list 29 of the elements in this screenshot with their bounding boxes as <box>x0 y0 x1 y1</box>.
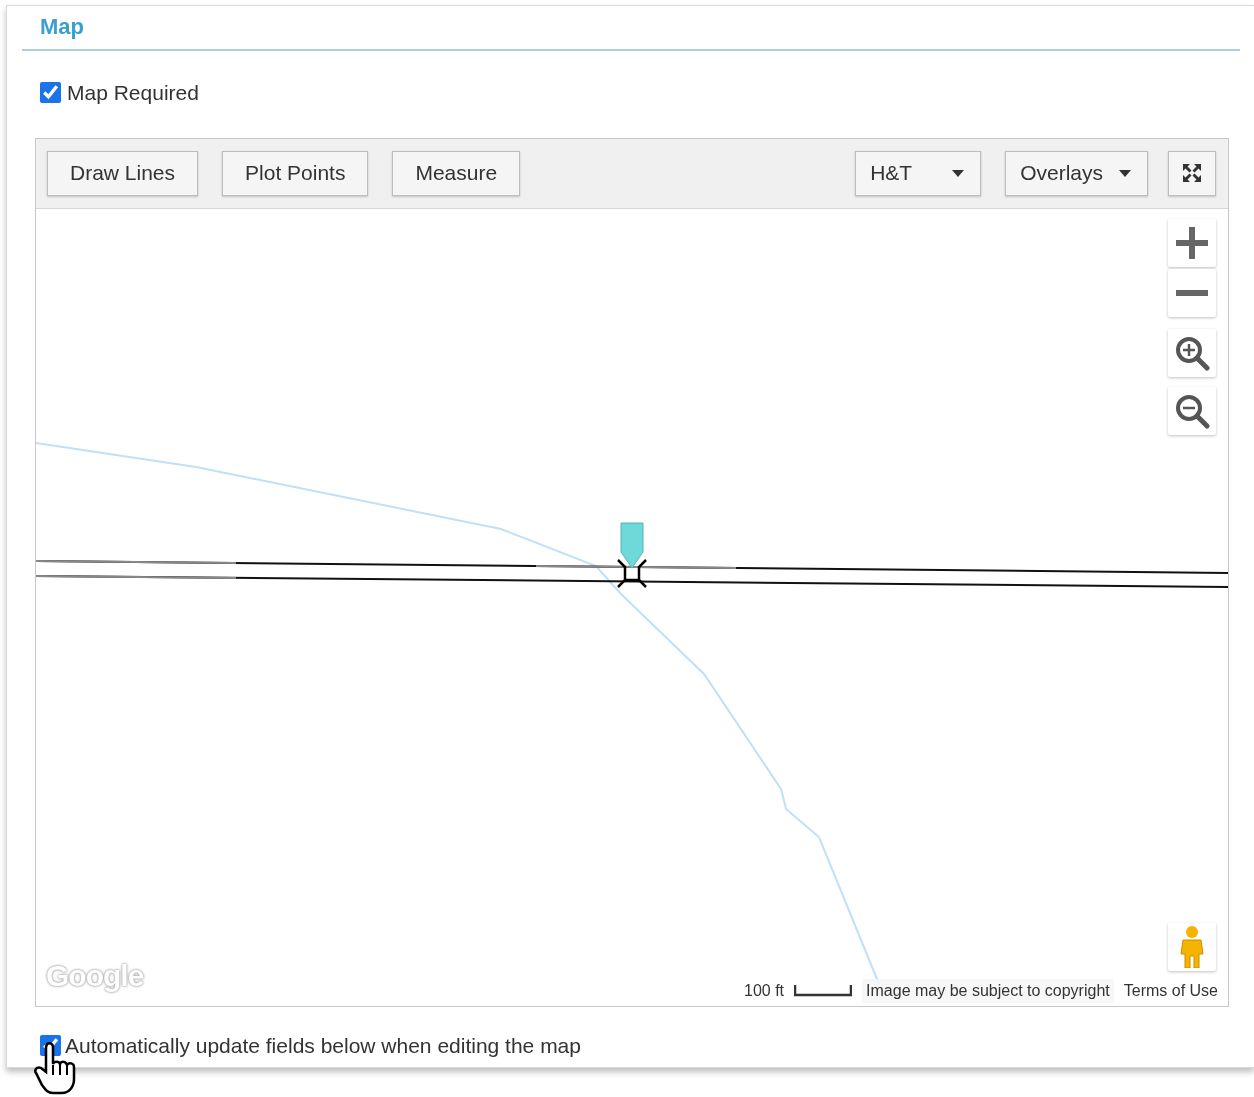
person-icon <box>1179 925 1205 968</box>
expand-icon <box>1181 162 1203 184</box>
copyright-text: Image may be subject to copyright <box>862 978 1114 1003</box>
checkbox[interactable] <box>40 1034 61 1056</box>
magnify-button[interactable] <box>1168 328 1216 377</box>
plus-icon <box>1176 226 1208 259</box>
zoom-out-button[interactable] <box>1168 268 1216 317</box>
checkbox-label: Map Required <box>67 80 199 106</box>
terms-link[interactable]: Terms of Use <box>1123 978 1218 1003</box>
zoom-in-icon <box>1174 334 1210 371</box>
dropdown-button[interactable]: Overlays <box>1005 150 1148 196</box>
toolbar-button[interactable]: Plot Points <box>222 150 369 196</box>
scale-bar-icon <box>794 984 853 997</box>
section-title: Map <box>40 14 84 39</box>
caret-icon <box>952 169 965 177</box>
zoom-out-icon <box>1174 392 1210 429</box>
checkbox[interactable] <box>40 82 61 104</box>
toolbar-button[interactable]: Measure <box>392 150 521 196</box>
dropdown-button[interactable]: H&T <box>855 150 982 196</box>
zoom-in-button[interactable] <box>1168 218 1216 267</box>
map-logo: Google <box>46 957 144 996</box>
scale-label: 100 ft <box>744 980 785 1001</box>
checkbox-label: Automatically update fields below when editing the map <box>65 1032 581 1059</box>
fullscreen-button[interactable] <box>1168 150 1216 196</box>
demagnify-button[interactable] <box>1168 386 1216 435</box>
toolbar-button[interactable]: Draw Lines <box>47 150 199 196</box>
caret-icon <box>1119 169 1131 177</box>
minus-icon <box>1176 289 1208 296</box>
map-marker-icon <box>615 521 649 590</box>
